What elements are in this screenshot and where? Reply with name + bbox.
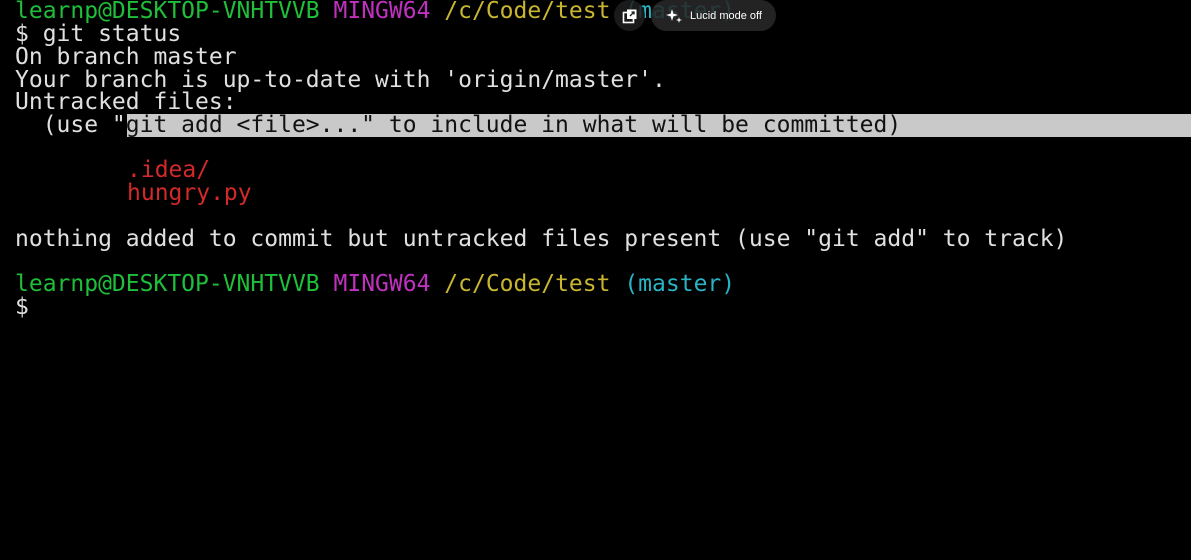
prompt-line-2: learnp@DESKTOP-VNHTVVB MINGW64 /c/Code/t… (15, 273, 735, 296)
popout-button[interactable] (614, 0, 645, 31)
lucid-mode-label: Lucid mode off (690, 9, 762, 22)
prompt-system: MINGW64 (333, 0, 431, 24)
prompt-user-host: learnp@DESKTOP-VNHTVVB (15, 271, 320, 297)
prompt-system: MINGW64 (333, 271, 431, 297)
popout-icon (622, 9, 636, 23)
prompt-cursor[interactable]: $ (15, 296, 29, 319)
sparkle-icon (666, 8, 682, 23)
output-on-branch: On branch master (15, 44, 237, 70)
terminal-window[interactable]: learnp@DESKTOP-VNHTVVB MINGW64 /c/Code/t… (0, 0, 1191, 560)
overlay-toolbar: Lucid mode off (614, 0, 776, 31)
output-untracked-header: Untracked files: (15, 89, 237, 115)
untracked-file: .idea/ (127, 157, 211, 183)
output-nothing-added: nothing added to commit but untracked fi… (15, 226, 1068, 252)
prompt-path: /c/Code/test (444, 271, 611, 297)
command-line: $ git status (15, 21, 182, 47)
untracked-file: hungry.py (127, 180, 252, 206)
hint-prefix: (use " (15, 112, 126, 138)
prompt-path: /c/Code/test (444, 0, 611, 24)
lucid-mode-toggle[interactable]: Lucid mode off (651, 0, 776, 31)
prompt-branch: (master) (624, 271, 736, 297)
hint-selected-text: git add <file>..." to include in what wi… (125, 112, 902, 138)
output-hint-line[interactable]: (use "git add <file>..." to include in w… (15, 112, 902, 138)
